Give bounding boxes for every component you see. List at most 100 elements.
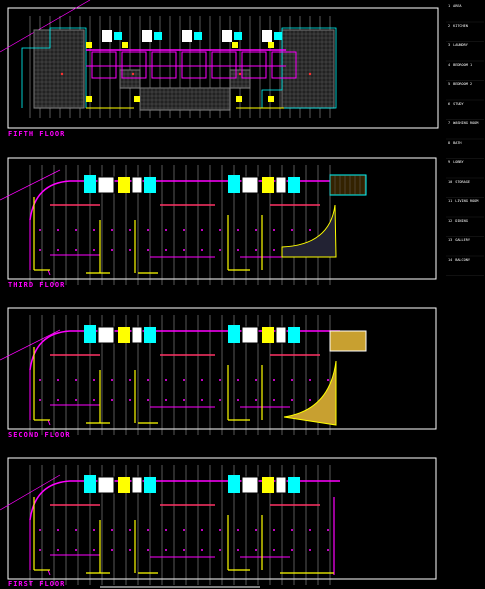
wall <box>47 569 51 576</box>
marker-dot <box>60 72 64 76</box>
bath-unit <box>84 325 96 343</box>
hatched-area <box>33 29 85 109</box>
column-dot <box>111 549 113 551</box>
hatched-area <box>119 69 141 89</box>
column-dot <box>237 379 239 381</box>
column-dot <box>147 549 149 551</box>
first-floor-label: FIRST FLOOR <box>8 580 66 588</box>
legend-item: 4 BEDROOM 1 <box>448 62 473 67</box>
hatched-area <box>229 69 251 89</box>
column-dot <box>129 249 131 251</box>
stair-core <box>118 327 130 343</box>
column-dot <box>291 529 293 531</box>
column-dot <box>309 229 311 231</box>
bath-unit <box>144 327 156 343</box>
column-dot <box>309 379 311 381</box>
wall <box>47 269 51 276</box>
stair-core <box>118 477 130 493</box>
legend-item: 6 STUDY <box>448 101 464 106</box>
column-dot <box>273 229 275 231</box>
kitchen-unit <box>97 476 115 494</box>
third-floor-label: THIRD FLOOR <box>8 281 66 289</box>
column-dot <box>237 549 239 551</box>
column-dot <box>57 249 59 251</box>
bath-unit <box>228 325 240 343</box>
column-dot <box>39 229 41 231</box>
fixture <box>275 326 287 344</box>
column-dot <box>201 529 203 531</box>
column-dot <box>147 399 149 401</box>
column-dot <box>273 529 275 531</box>
column-dot <box>183 549 185 551</box>
bath-unit <box>228 475 240 493</box>
column-dot <box>165 529 167 531</box>
column-dot <box>165 399 167 401</box>
column-dot <box>111 229 113 231</box>
legend-item: 8 BATH <box>448 140 462 145</box>
bath-unit <box>84 175 96 193</box>
column-dot <box>129 529 131 531</box>
hatched-area <box>329 174 367 196</box>
column <box>86 42 92 48</box>
bath-unit <box>288 327 300 343</box>
legend-item: 13 GALLERY <box>448 238 470 242</box>
fixture <box>262 30 272 42</box>
fixture <box>234 32 242 40</box>
column-dot <box>147 529 149 531</box>
column-dot <box>327 529 329 531</box>
bath-unit <box>84 475 96 493</box>
legend-item: 7 WASHING ROOM <box>448 121 479 125</box>
unit-room <box>91 51 117 79</box>
column-dot <box>255 529 257 531</box>
column-dot <box>39 529 41 531</box>
legend-item: 5 BEDROOM 2 <box>448 82 473 86</box>
column-dot <box>57 229 59 231</box>
column <box>236 96 242 102</box>
column-dot <box>111 529 113 531</box>
column-dot <box>201 379 203 381</box>
kitchen-unit <box>97 176 115 194</box>
marker-dot <box>308 72 312 76</box>
column-dot <box>237 229 239 231</box>
fixture <box>154 32 162 40</box>
bath-unit <box>288 177 300 193</box>
kitchen-unit <box>241 476 259 494</box>
column-dot <box>255 249 257 251</box>
column-dot <box>147 229 149 231</box>
column-dot <box>147 379 149 381</box>
legend-item: 9 LOBBY <box>448 160 464 164</box>
legend-item: 2 KITCHEN <box>448 23 468 28</box>
column-dot <box>309 549 311 551</box>
column-dot <box>327 379 329 381</box>
fixture <box>131 176 143 194</box>
column-dot <box>183 399 185 401</box>
legend-item: 1 AREA <box>448 4 462 8</box>
column-dot <box>75 229 77 231</box>
fixture <box>182 30 192 42</box>
stair-core <box>118 177 130 193</box>
column-dot <box>165 379 167 381</box>
second-floor-label: SECOND FLOOR <box>8 431 71 439</box>
kitchen-unit <box>97 326 115 344</box>
column-dot <box>201 549 203 551</box>
column-dot <box>237 249 239 251</box>
fixture <box>131 476 143 494</box>
column-dot <box>93 379 95 381</box>
column-dot <box>93 399 95 401</box>
stair-core <box>262 477 274 493</box>
column-dot <box>309 529 311 531</box>
column-dot <box>273 549 275 551</box>
column-dot <box>165 549 167 551</box>
fixture <box>142 30 152 42</box>
column-dot <box>183 229 185 231</box>
column-dot <box>39 399 41 401</box>
floor-plans-drawing <box>0 0 484 588</box>
fixture <box>114 32 122 40</box>
column-dot <box>75 549 77 551</box>
column <box>268 96 274 102</box>
column-dot <box>291 549 293 551</box>
fixture <box>222 30 232 42</box>
hatched-area <box>139 87 231 111</box>
curved-balcony <box>283 360 337 426</box>
bath-unit <box>144 177 156 193</box>
